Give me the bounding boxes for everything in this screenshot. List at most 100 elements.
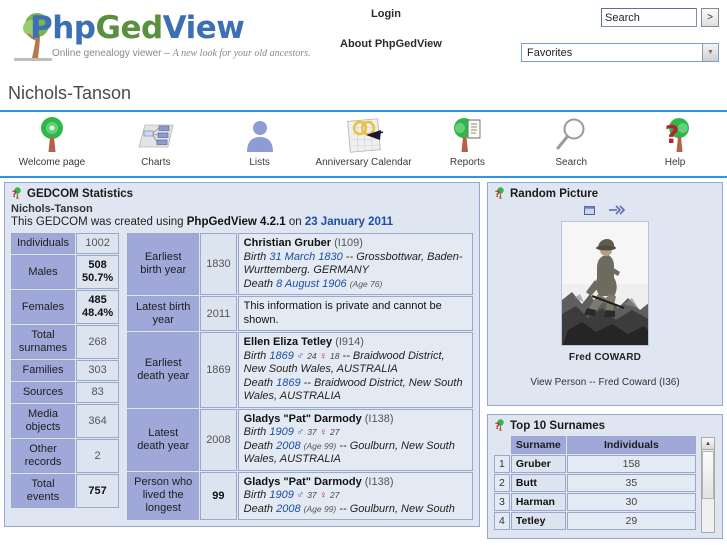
window-icon[interactable]: [584, 205, 596, 218]
surnames-scrollbar[interactable]: ▲: [701, 437, 715, 533]
person-name-link[interactable]: Christian Gruber: [244, 237, 331, 249]
random-picture-photo-wrap: [493, 221, 717, 349]
event-year: 99: [200, 471, 237, 520]
random-picture-block: ? Random Picture Fred COWARD View Person…: [487, 182, 723, 406]
search-input[interactable]: [601, 8, 697, 27]
person-name-line: Gladys "Pat" Darmody (I138): [244, 413, 467, 427]
event-year: 1830: [200, 233, 237, 295]
svg-text:?: ?: [665, 120, 680, 149]
event-label: Earliest birth year: [127, 233, 200, 295]
help-icon: ?: [665, 118, 690, 152]
table-row: Other records 2: [11, 439, 120, 473]
death-label: Death: [243, 376, 277, 389]
death-line: Death 1869 -- Braidwood District, New So…: [244, 377, 467, 404]
person-xref: (I138): [364, 475, 394, 488]
nav-label-charts: Charts: [141, 157, 171, 168]
favorites-select[interactable]: Favorites ▼: [521, 43, 719, 62]
nav-item-help[interactable]: ? Help: [623, 112, 727, 168]
individuals-column-header[interactable]: Individuals: [566, 436, 696, 454]
person-name-line: Christian Gruber (I109): [244, 237, 467, 251]
stat-value: 364: [75, 404, 120, 438]
stat-count: 485: [88, 294, 107, 306]
father-age: 37: [307, 427, 317, 437]
scrollbar-thumb[interactable]: [702, 451, 714, 499]
scroll-up-icon[interactable]: ▲: [702, 438, 714, 450]
female-symbol-icon: ♀: [316, 490, 327, 501]
surname-value[interactable]: Tetley: [510, 512, 566, 530]
stat-label: Males: [11, 255, 75, 289]
male-symbol-icon: ♂: [293, 490, 305, 501]
random-picture-title-text: Random Picture: [510, 187, 599, 200]
birth-date: 1869: [269, 349, 294, 362]
search-submit-button[interactable]: >: [701, 8, 719, 27]
login-link[interactable]: Login: [371, 8, 401, 20]
person-name-link[interactable]: Gladys "Pat" Darmody: [244, 413, 362, 425]
male-symbol-icon: ♂: [293, 427, 305, 438]
birth-line: Birth 1909 ♂ 37 ♀ 27: [244, 426, 467, 440]
death-line: Death 8 August 1906 (Age 76): [244, 278, 467, 292]
nav-divider: [0, 176, 727, 178]
birth-label: Birth: [243, 426, 270, 438]
nav-item-charts[interactable]: Charts: [104, 112, 208, 168]
random-picture-photo[interactable]: [561, 221, 649, 346]
surname-rank: 4: [494, 512, 510, 530]
stat-value: 757: [75, 474, 120, 508]
random-picture-view-person-link[interactable]: View Person -- Fred Coward (I36): [493, 377, 717, 388]
table-row: Earliest death year 1869 Ellen Eliza Tetle…: [127, 332, 473, 408]
father-age: 24: [307, 350, 317, 361]
birth-label: Birth: [243, 349, 270, 362]
created-date-link[interactable]: 23 January 2011: [305, 216, 393, 228]
random-picture-title: ? Random Picture: [493, 187, 717, 200]
birth-line: Birth 31 March 1830 -- Grossbottwar, Bad…: [244, 251, 467, 278]
gedcom-statistics-title: ? GEDCOM Statistics: [10, 187, 474, 200]
main-navigation: Welcome page Charts Lists Anniversary Ca…: [0, 112, 727, 175]
table-row: 1 Gruber 158: [494, 455, 696, 473]
random-picture-controls: [493, 205, 717, 218]
death-date: 2008: [276, 502, 301, 515]
nav-item-reports[interactable]: Reports: [415, 112, 519, 168]
site-header: PhpGedView Online genealogy viewer – A n…: [0, 0, 727, 80]
event-detail: Gladys "Pat" Darmody (I138) Birth 1909 ♂ …: [237, 471, 473, 520]
death-line: Death 2008 (Age 99) -- Goulburn, New Sou…: [244, 440, 467, 467]
nav-label-reports: Reports: [449, 157, 485, 168]
nav-item-welcome-page[interactable]: Welcome page: [0, 112, 104, 168]
nav-item-search[interactable]: Search: [519, 112, 623, 168]
created-on: on: [285, 216, 305, 228]
person-name-link[interactable]: Ellen Eliza Tetley: [244, 336, 332, 348]
content-area: ? GEDCOM Statistics Nichols-Tanson This …: [0, 182, 727, 545]
person-name-link[interactable]: Gladys "Pat" Darmody: [244, 476, 362, 488]
birth-date: 1909: [269, 489, 294, 501]
about-link[interactable]: About PhpGedView: [340, 38, 442, 50]
death-place: -- Goulburn, New South: [336, 502, 455, 515]
surname-value[interactable]: Butt: [510, 474, 566, 492]
created-app-version: PhpGedView 4.2.1: [186, 216, 286, 228]
nav-item-lists[interactable]: Lists: [208, 112, 312, 168]
death-label: Death: [243, 277, 277, 290]
random-picture-caption: Fred COWARD: [568, 352, 642, 363]
stat-label: Total surnames: [11, 325, 75, 359]
death-age: (Age 99): [303, 440, 337, 451]
stat-label: Media objects: [11, 404, 75, 438]
surname-value[interactable]: Harman: [510, 493, 566, 511]
surname-column-header[interactable]: Surname: [510, 436, 566, 454]
nav-label-welcome-page: Welcome page: [18, 157, 86, 168]
gedcom-subtitle: Nichols-Tanson: [11, 203, 93, 215]
stats-tables-wrap: Individuals 1002 Males 508 50.7% Females 485 48…: [10, 232, 474, 521]
top-surnames-table: Surname Individuals 1 Gruber 158 2 Butt 35 3 Ha…: [493, 435, 697, 531]
table-row: Media objects 364: [11, 404, 120, 438]
logo-tagline: Online genealogy viewer – A new look for…: [52, 48, 311, 59]
table-row: Latest death year 2008 Gladys "Pat" Darmod…: [127, 408, 473, 471]
site-logo[interactable]: PhpGedView Online genealogy viewer – A n…: [8, 8, 311, 66]
surname-count: 29: [566, 512, 696, 530]
fast-forward-icon[interactable]: [608, 205, 626, 218]
birth-line: Birth 1909 ♂ 37 ♀ 27: [244, 489, 467, 503]
surname-value[interactable]: Gruber: [510, 455, 566, 473]
logo-wordmark: PhpGedView: [30, 10, 245, 46]
stat-count: 508: [88, 259, 107, 271]
mother-age: 27: [330, 490, 340, 500]
female-symbol-icon: ♀: [316, 427, 327, 438]
logo-text-p: P: [30, 10, 53, 46]
nav-item-anniversary-calendar[interactable]: Anniversary Calendar: [312, 112, 416, 168]
top-surnames-block: ? Top 10 Surnames Surname Individuals 1 …: [487, 414, 723, 539]
private-notice: This information is private and cannot b…: [243, 300, 442, 326]
